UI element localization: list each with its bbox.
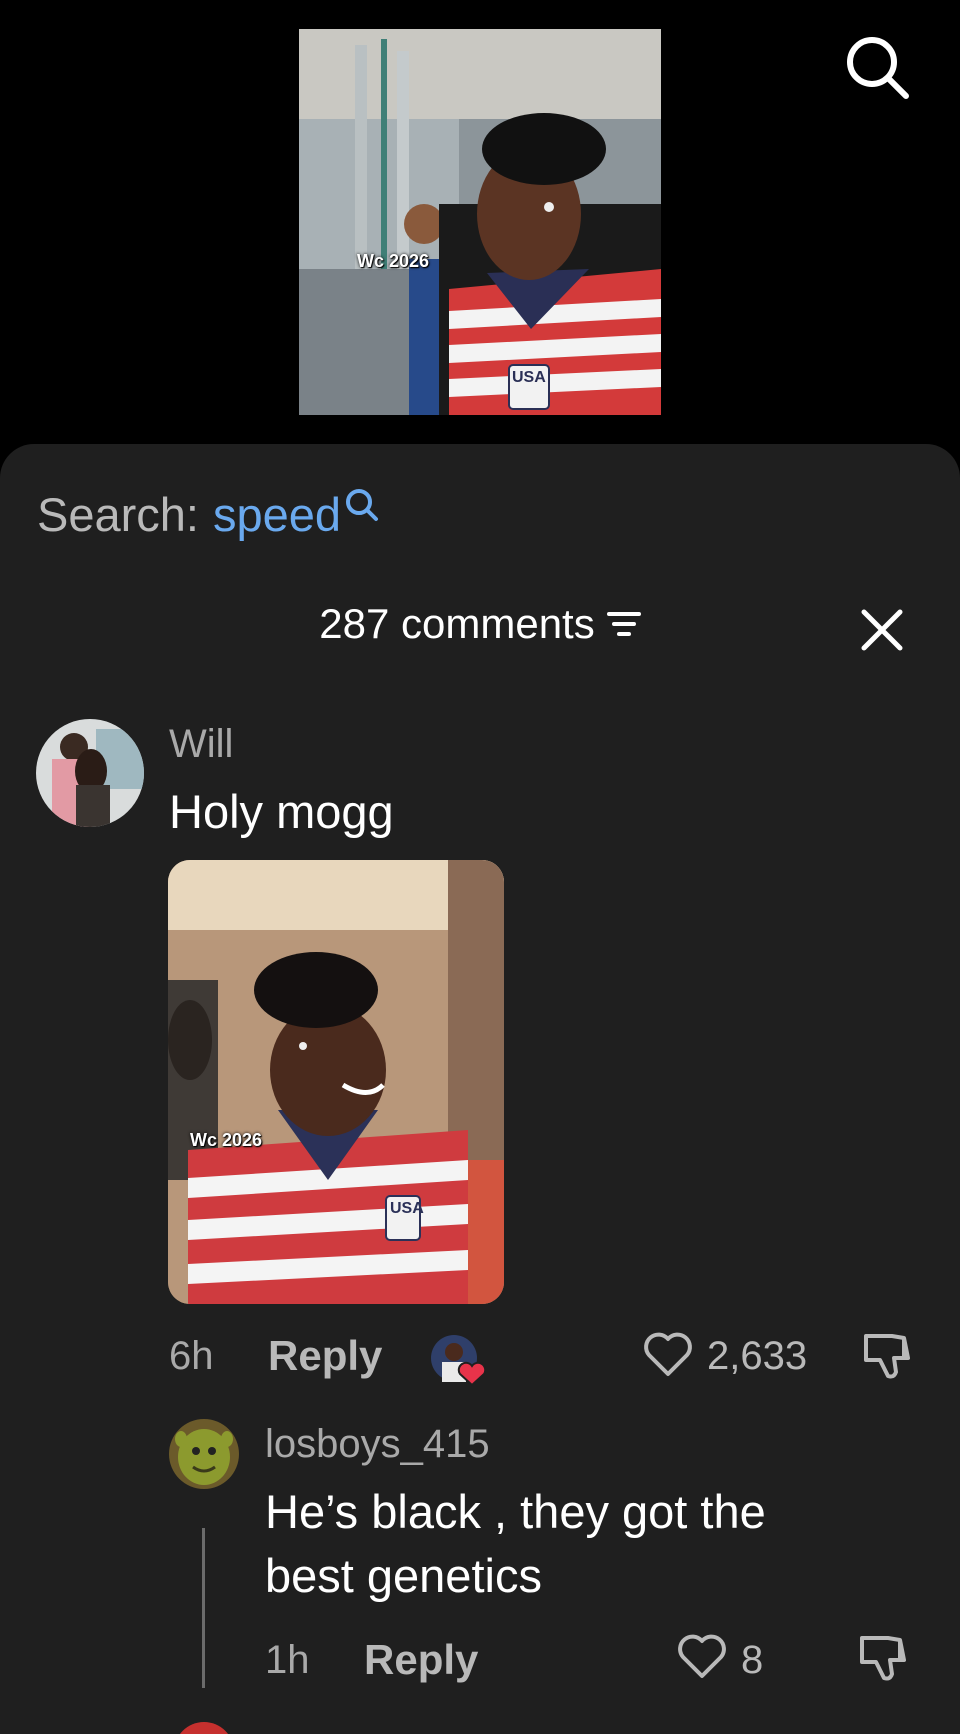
video-overlay-text: Wc 2026 <box>357 251 430 271</box>
comments-header: 287 comments <box>0 594 960 654</box>
like-icon[interactable] <box>642 1330 694 1383</box>
image-overlay-text: Wc 2026 <box>190 1130 263 1150</box>
search-prefix: Search: <box>37 487 199 541</box>
reply-button[interactable]: Reply <box>364 1636 478 1684</box>
top-search-icon[interactable] <box>844 34 910 100</box>
search-icon <box>346 489 379 521</box>
comment-text: Holy mogg <box>169 785 394 838</box>
dislike-icon[interactable] <box>856 1630 910 1689</box>
avatar[interactable] <box>174 1722 234 1734</box>
jersey-text: USA <box>390 1200 424 1217</box>
avatar[interactable] <box>169 1419 239 1489</box>
comments-count: 287 comments <box>319 600 595 647</box>
reply-text-line2: best genetics <box>265 1549 542 1602</box>
avatar[interactable] <box>36 719 144 827</box>
video-frame-image <box>299 29 661 415</box>
reply-time: 1h <box>265 1638 310 1682</box>
close-icon[interactable] <box>858 606 906 654</box>
like-count: 2,633 <box>707 1334 808 1378</box>
filter-icon[interactable] <box>606 609 641 639</box>
creator-liked-badge <box>430 1334 487 1388</box>
comment-image[interactable]: Wc 2026 USA <box>168 860 504 1304</box>
thread-line <box>202 1528 205 1688</box>
like-count: 8 <box>741 1638 764 1682</box>
search-suggestion[interactable]: Search: speed <box>37 484 379 544</box>
dislike-icon[interactable] <box>860 1328 914 1387</box>
video-thumbnail[interactable]: Wc 2026 USA <box>299 29 661 415</box>
reply-text-line1: He’s black , they got the <box>265 1485 766 1538</box>
reply-button[interactable]: Reply <box>268 1332 382 1380</box>
search-term[interactable]: speed <box>213 487 341 542</box>
like-icon[interactable] <box>676 1632 728 1685</box>
comments-sheet: Search: speed 287 comments Will Holy mog… <box>0 444 960 1734</box>
jersey-text: USA <box>512 369 546 386</box>
reply-username[interactable]: losboys_415 <box>265 1422 490 1467</box>
comment-username[interactable]: Will <box>169 722 233 767</box>
comment-time: 6h <box>169 1334 214 1378</box>
